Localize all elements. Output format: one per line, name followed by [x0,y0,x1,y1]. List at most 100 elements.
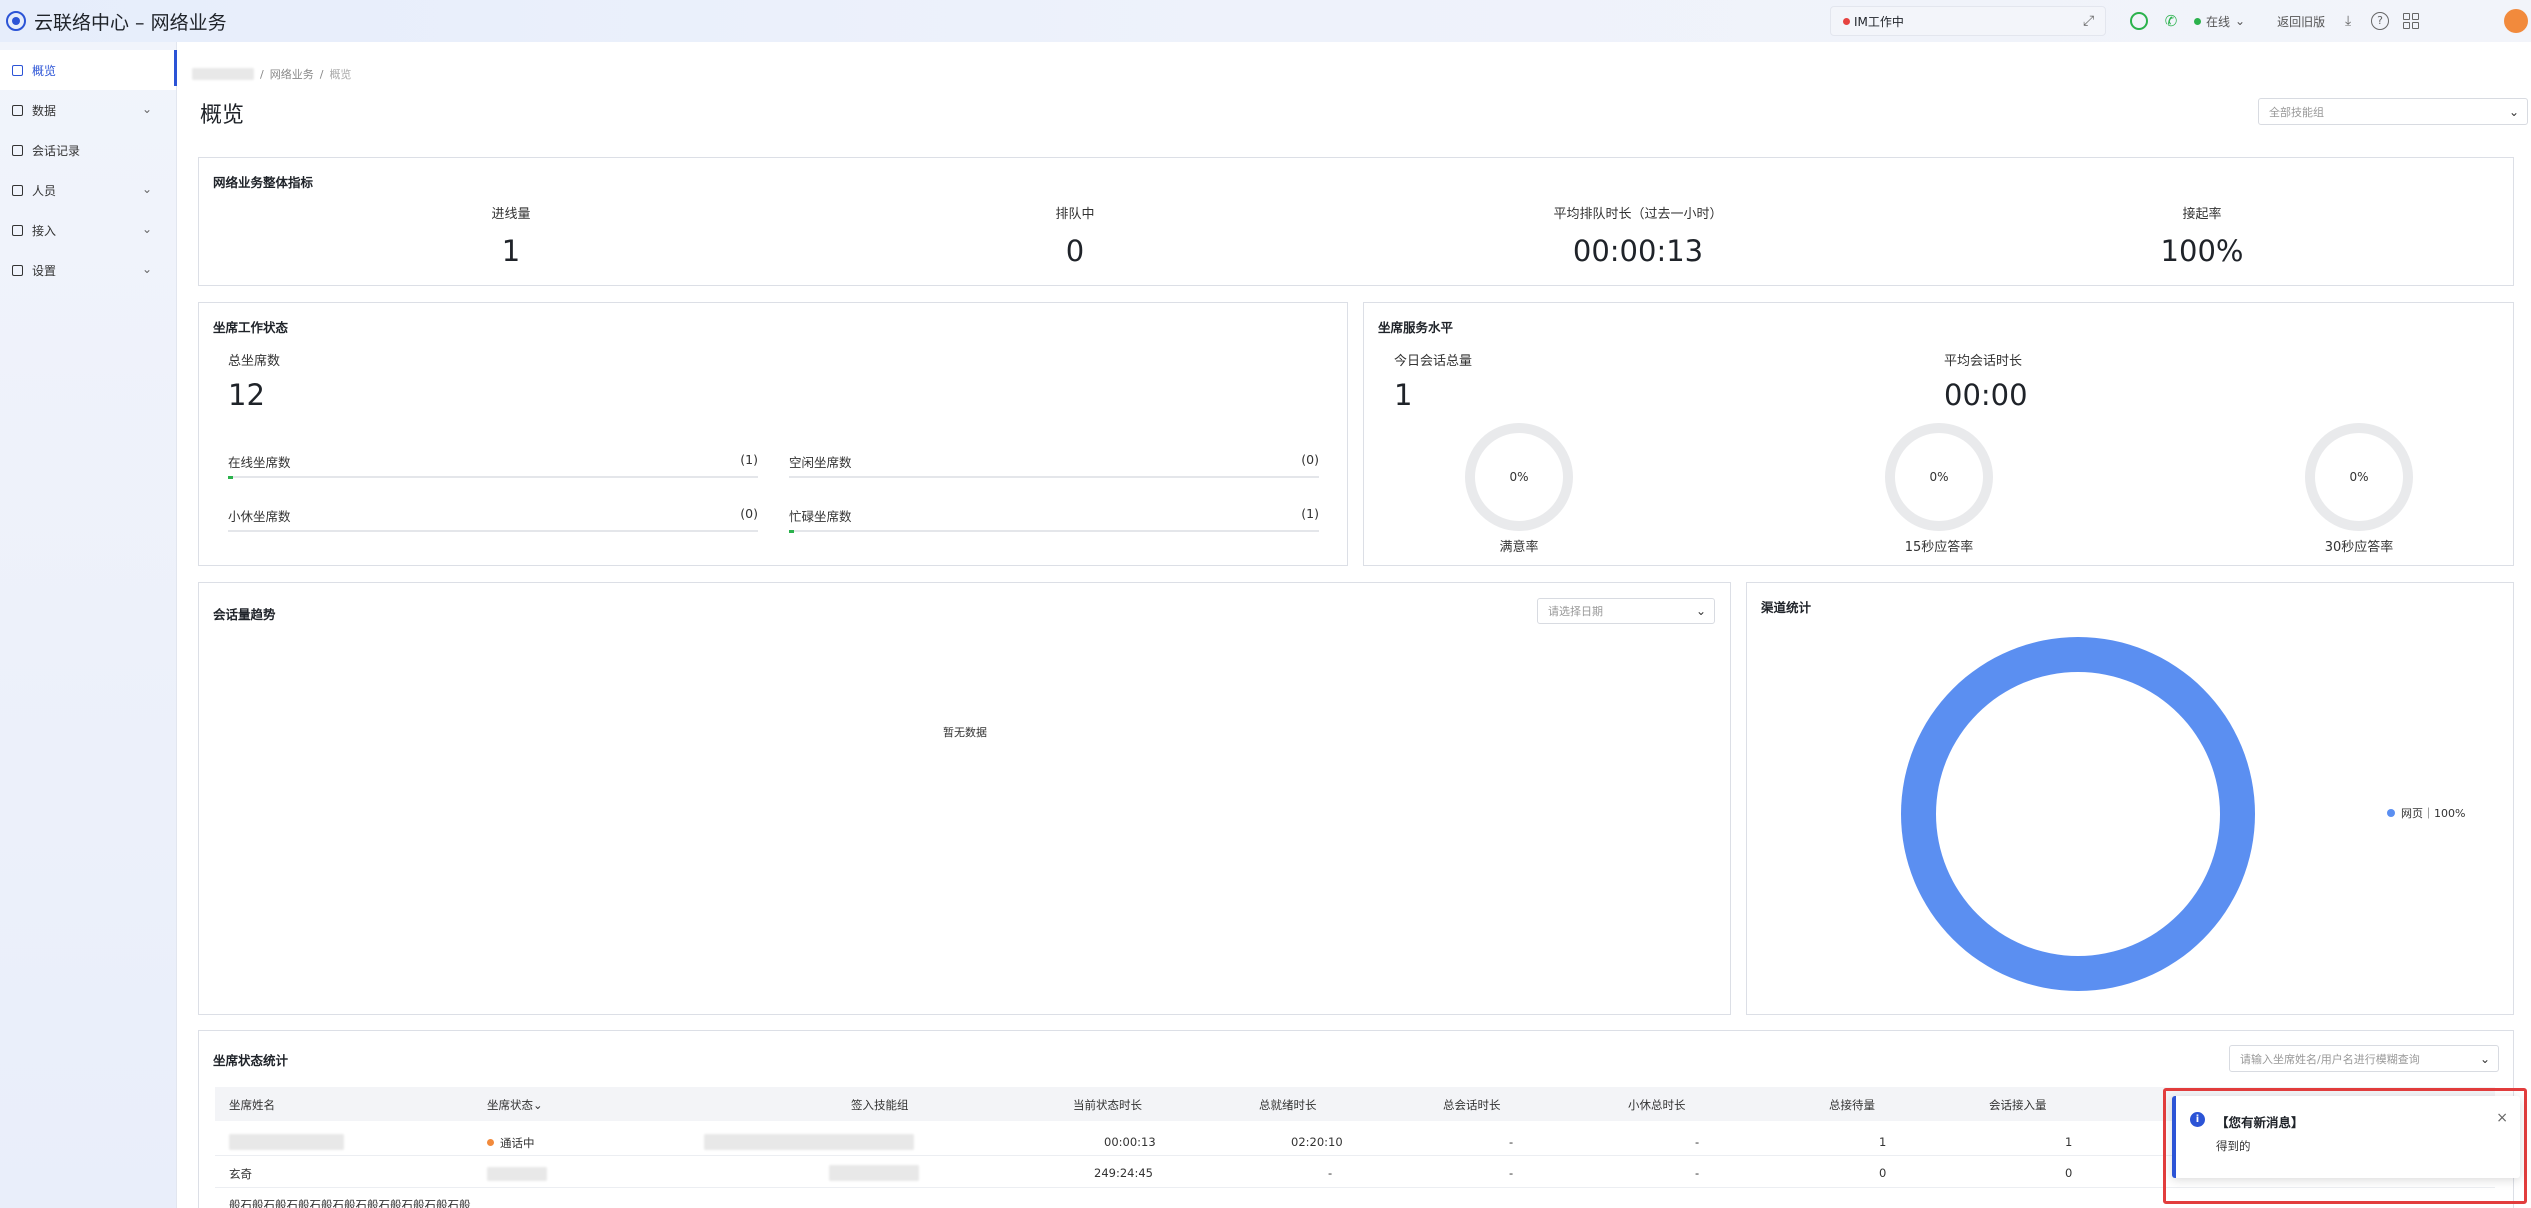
chevron-down-icon: ⌄ [141,182,152,196]
talk-duration: - [1509,1166,1514,1180]
sidebar-item-label: 人员 [32,183,57,198]
chevron-down-icon: ⌄ [141,102,152,116]
status-dot [487,1139,494,1146]
ring-label: 满意率 [1499,540,1539,555]
card-title: 会话量趋势 [213,607,276,622]
breadcrumb-item[interactable]: 网络业务 [270,66,314,82]
row-divider [215,1187,2495,1188]
today-sessions-value: 1 [1394,378,1413,412]
ring-label: 15秒应答率 [1904,540,1974,555]
im-status-bar[interactable]: IM工作中 ⤢ [1830,6,2106,36]
bar-label: 空闲坐席数 [789,455,852,470]
sidebar-item-people[interactable]: 人员 ⌄ [0,170,176,210]
chevron-down-icon: ⌄ [141,222,152,236]
help-icon[interactable]: ? [2371,12,2390,30]
session-in: 0 [2065,1166,2073,1180]
sidebar-item-overview[interactable]: 概览 [0,50,177,90]
channel-stats-card: 渠道统计 网页｜100% [1746,582,2514,1015]
online-agents-bar: 在线坐席数 (1) [228,452,758,479]
column-header: 当前状态时长 [1073,1098,1142,1112]
app-logo-icon [6,11,26,31]
close-icon[interactable]: × [2496,1110,2508,1126]
card-title: 坐席服务水平 [1378,320,1454,335]
return-old-version-link[interactable]: 返回旧版 [2277,13,2325,30]
online-status-label: 在线 [2206,14,2231,29]
legend-dot [2387,809,2395,817]
new-message-notification[interactable]: i 【您有新消息】 得到的 × [2172,1096,2520,1178]
bar-count: (0) [740,506,758,521]
sidebar-item-label: 接入 [32,223,57,238]
app-title: 云联络中心 – 网络业务 [34,11,227,34]
column-header: 总接待量 [1829,1098,1875,1112]
metric-label: 平均排队时长（过去一小时） [1553,207,1723,222]
agent-name: 般石般石般石般石般石般石般石般石般石般石般 [229,1198,471,1208]
metric-value: 1 [501,234,521,268]
agent-search-input[interactable]: 请输入坐席姓名/用户名进行模糊查询 ⌄ [2229,1045,2499,1072]
total-agents-label: 总坐席数 [228,354,281,369]
avg-session-value: 00:00 [1944,378,2028,412]
avg-session-label: 平均会话时长 [1944,354,2023,369]
column-header: 小休总时长 [1628,1098,1686,1112]
chat-icon[interactable] [2130,12,2148,30]
bar-fill [228,476,233,479]
sidebar-item-access[interactable]: 接入 ⌄ [0,210,176,250]
metric-value: 100% [2160,234,2244,268]
bar-track [228,530,758,532]
date-picker[interactable]: 请选择日期 ⌄ [1537,598,1715,624]
metric-label: 接起率 [2182,207,2222,222]
bar-count: (0) [1301,452,1319,467]
column-header: 会话接入量 [1989,1098,2047,1112]
total-agents-value: 12 [228,378,265,412]
break-duration: - [1695,1135,1700,1149]
bar-track [789,530,1319,533]
im-status-label: IM工作中 [1854,14,1904,29]
card-title: 坐席工作状态 [213,320,289,335]
total-reception: 0 [1879,1166,1887,1180]
sidebar-item-settings[interactable]: 设置 ⌄ [0,250,176,290]
ring-value: 0% [1929,470,1949,484]
chevron-down-icon: ⌄ [2235,14,2246,28]
date-placeholder: 请选择日期 [1548,605,1603,618]
donut-hole [1936,672,2220,956]
online-dot [2194,17,2201,25]
access-icon [12,224,23,236]
column-header: 坐席姓名 [229,1098,275,1112]
agent-status-label: 通话中 [500,1136,535,1150]
channel-donut [1901,637,2255,991]
info-icon: i [2190,1112,2205,1127]
sidebar-item-records[interactable]: 会话记录 [0,130,176,170]
sidebar-item-label: 会话记录 [32,143,81,158]
sidebar-item-data[interactable]: 数据 ⌄ [0,90,176,130]
data-icon [12,104,23,116]
avatar[interactable] [2504,9,2528,33]
bar-fill [789,530,794,533]
apps-grid-icon[interactable] [2403,13,2420,29]
chevron-down-icon: ⌄ [2479,1051,2490,1066]
ring-label: 30秒应答率 [2324,540,2394,555]
sidebar-item-label: 设置 [32,263,57,278]
no-data-text: 暂无数据 [943,726,987,739]
column-header: 总会话时长 [1443,1098,1501,1112]
current-duration: 00:00:13 [1104,1135,1156,1149]
download-icon[interactable]: ⤓ [2339,12,2357,30]
skill-group-select[interactable]: 全部技能组 ⌄ [2258,98,2528,125]
page-title: 概览 [200,103,245,128]
expand-icon[interactable]: ⤢ [2083,14,2097,28]
agent-work-status-card: 坐席工作状态 总坐席数 12 在线坐席数 (1) 空闲坐席数 (0) 小休坐席数… [198,302,1348,566]
agent-name: 玄奇 [229,1167,252,1181]
metric-value: 0 [1065,234,1085,268]
column-header-sortable[interactable]: 坐席状态⌄ [487,1097,543,1113]
online-status-select[interactable]: 在线 ⌄ [2194,13,2245,30]
bar-track [789,476,1319,478]
breadcrumb-sep: / [319,67,324,81]
ring-value: 0% [2349,470,2369,484]
notification-title: 【您有新消息】 [2216,1115,2304,1130]
im-status-dot [1843,17,1850,25]
records-icon [12,144,23,156]
card-title: 坐席状态统计 [213,1053,289,1068]
session-in: 1 [2065,1135,2073,1149]
phone-icon[interactable]: ✆ [2162,12,2180,30]
ready-duration: 02:20:10 [1291,1135,1343,1149]
bar-label: 忙碌坐席数 [789,509,852,524]
sidebar: 概览 数据 ⌄ 会话记录 人员 ⌄ 接入 ⌄ 设置 ⌄ [0,42,177,1208]
